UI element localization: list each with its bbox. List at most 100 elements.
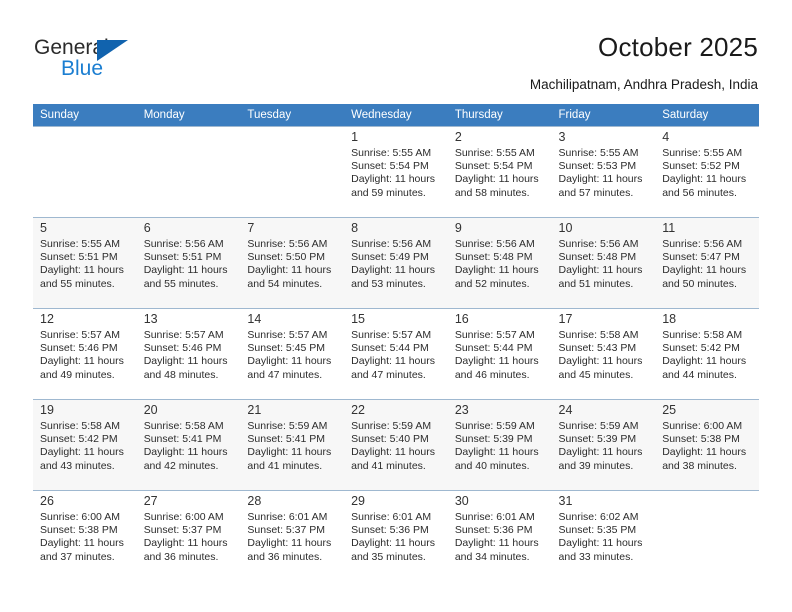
sunset-text: Sunset: 5:35 PM	[558, 524, 637, 537]
daylight-text-line2: and 38 minutes.	[662, 459, 737, 472]
calendar-day-cell[interactable]: 1 Sunrise: 5:55 AM Sunset: 5:54 PM Daylight…	[344, 126, 448, 218]
sunset-text: Sunset: 5:37 PM	[143, 524, 222, 537]
day-sun-info: Sunrise: 5:58 AM Sunset: 5:43 PM Daylight:…	[559, 329, 652, 382]
daylight-text-line1: Daylight: 11 hours	[454, 446, 539, 459]
sunrise-text: Sunrise: 5:55 AM	[40, 238, 120, 250]
calendar-day-cell[interactable]: 21 Sunrise: 5:59 AM Sunset: 5:41 PM Dayligh…	[240, 399, 345, 491]
sunset-text: Sunset: 5:54 PM	[454, 160, 533, 173]
day-cell-content: 10 Sunrise: 5:56 AM Sunset: 5:48 PM Dayligh…	[552, 218, 656, 308]
calendar-day-cell[interactable]: 7 Sunrise: 5:56 AM Sunset: 5:50 PM Daylight…	[240, 217, 345, 309]
calendar-day-cell[interactable]: 23 Sunrise: 5:59 AM Sunset: 5:39 PM Dayligh…	[447, 399, 552, 491]
sunset-text: Sunset: 5:52 PM	[662, 160, 740, 173]
calendar-empty-cell	[136, 126, 241, 218]
calendar-day-cell[interactable]: 19 Sunrise: 5:58 AM Sunset: 5:42 PM Dayligh…	[33, 399, 137, 491]
day-number: 13	[143, 312, 158, 326]
calendar-header-row: Sunday Monday Tuesday Wednesday Thursday…	[33, 104, 759, 127]
day-number: 6	[143, 221, 151, 235]
day-sun-info: Sunrise: 5:55 AM Sunset: 5:54 PM Daylight:…	[351, 147, 444, 200]
day-cell-content: 27 Sunrise: 6:00 AM Sunset: 5:37 PM Dayligh…	[137, 491, 241, 581]
calendar-day-cell[interactable]: 22 Sunrise: 5:59 AM Sunset: 5:40 PM Dayligh…	[344, 399, 448, 491]
daylight-text-line2: and 39 minutes.	[558, 459, 634, 472]
sunset-text: Sunset: 5:38 PM	[40, 524, 118, 537]
day-number: 12	[40, 312, 54, 326]
calendar-day-cell[interactable]: 18 Sunrise: 5:58 AM Sunset: 5:42 PM Dayligh…	[655, 308, 759, 400]
daylight-text-line2: and 57 minutes.	[558, 186, 634, 199]
calendar-day-cell[interactable]: 12 Sunrise: 5:57 AM Sunset: 5:46 PM Dayligh…	[33, 308, 137, 400]
day-number: 24	[558, 403, 573, 417]
day-cell-content: 5 Sunrise: 5:55 AM Sunset: 5:51 PM Daylight…	[33, 218, 137, 308]
weekday-header-friday: Friday	[551, 104, 656, 127]
calendar-day-cell[interactable]: 24 Sunrise: 5:59 AM Sunset: 5:39 PM Dayligh…	[551, 399, 656, 491]
daylight-text-line1: Daylight: 11 hours	[143, 264, 228, 277]
calendar-day-cell[interactable]: 9 Sunrise: 5:56 AM Sunset: 5:48 PM Daylight…	[447, 217, 552, 309]
calendar-day-cell[interactable]: 6 Sunrise: 5:56 AM Sunset: 5:51 PM Daylight…	[136, 217, 241, 309]
calendar-day-cell[interactable]: 20 Sunrise: 5:58 AM Sunset: 5:41 PM Dayligh…	[136, 399, 241, 491]
day-number: 26	[40, 494, 54, 508]
sunrise-text: Sunrise: 5:58 AM	[662, 329, 743, 341]
calendar-day-cell[interactable]: 31 Sunrise: 6:02 AM Sunset: 5:35 PM Dayligh…	[551, 490, 656, 581]
sunset-text: Sunset: 5:54 PM	[351, 160, 429, 173]
day-sun-info: Sunrise: 5:55 AM Sunset: 5:52 PM Daylight:…	[662, 147, 755, 200]
calendar-day-cell[interactable]: 10 Sunrise: 5:56 AM Sunset: 5:48 PM Dayligh…	[551, 217, 656, 309]
day-cell-content: 17 Sunrise: 5:58 AM Sunset: 5:43 PM Dayligh…	[552, 309, 656, 399]
daylight-text-line1: Daylight: 11 hours	[351, 264, 435, 277]
daylight-text-line1: Daylight: 11 hours	[558, 264, 643, 277]
sunrise-text: Sunrise: 5:56 AM	[558, 238, 639, 250]
daylight-text-line1: Daylight: 11 hours	[662, 446, 747, 459]
day-number: 16	[454, 312, 469, 326]
day-cell-content: 3 Sunrise: 5:55 AM Sunset: 5:53 PM Daylight…	[552, 127, 656, 217]
sunset-text: Sunset: 5:41 PM	[143, 433, 222, 446]
calendar-day-cell[interactable]: 30 Sunrise: 6:01 AM Sunset: 5:36 PM Dayligh…	[447, 490, 552, 581]
day-cell-content: 13 Sunrise: 5:57 AM Sunset: 5:46 PM Dayligh…	[137, 309, 241, 399]
calendar-container: Sunday Monday Tuesday Wednesday Thursday…	[33, 104, 759, 581]
day-number: 25	[662, 403, 677, 417]
calendar-day-cell[interactable]: 28 Sunrise: 6:01 AM Sunset: 5:37 PM Dayligh…	[240, 490, 345, 581]
calendar-day-cell[interactable]: 4 Sunrise: 5:55 AM Sunset: 5:52 PM Daylight…	[655, 126, 759, 218]
generalblue-logo[interactable]: General Blue	[34, 36, 154, 86]
daylight-text-line1: Daylight: 11 hours	[662, 264, 747, 277]
day-sun-info: Sunrise: 6:01 AM Sunset: 5:36 PM Daylight:…	[351, 511, 444, 564]
daylight-text-line1: Daylight: 11 hours	[454, 264, 539, 277]
day-cell-content: 20 Sunrise: 5:58 AM Sunset: 5:41 PM Dayligh…	[137, 400, 241, 490]
day-number: 27	[143, 494, 158, 508]
calendar-day-cell[interactable]: 13 Sunrise: 5:57 AM Sunset: 5:46 PM Dayligh…	[136, 308, 241, 400]
calendar-day-cell[interactable]: 26 Sunrise: 6:00 AM Sunset: 5:38 PM Dayligh…	[33, 490, 137, 581]
calendar-day-cell[interactable]: 3 Sunrise: 5:55 AM Sunset: 5:53 PM Daylight…	[551, 126, 656, 218]
day-sun-info: Sunrise: 5:59 AM Sunset: 5:41 PM Daylight:…	[247, 420, 340, 473]
day-number: 1	[351, 130, 359, 144]
calendar-day-cell[interactable]: 16 Sunrise: 5:57 AM Sunset: 5:44 PM Dayligh…	[447, 308, 552, 400]
day-number: 7	[247, 221, 255, 235]
day-sun-info: Sunrise: 5:57 AM Sunset: 5:46 PM Daylight:…	[40, 329, 133, 382]
sunrise-text: Sunrise: 5:55 AM	[351, 147, 432, 159]
calendar-day-cell[interactable]: 17 Sunrise: 5:58 AM Sunset: 5:43 PM Dayligh…	[551, 308, 656, 400]
calendar-day-cell[interactable]: 27 Sunrise: 6:00 AM Sunset: 5:37 PM Dayligh…	[136, 490, 241, 581]
day-sun-info: Sunrise: 5:57 AM Sunset: 5:44 PM Daylight:…	[455, 329, 548, 382]
daylight-text-line1: Daylight: 11 hours	[558, 446, 643, 459]
calendar-day-cell[interactable]: 2 Sunrise: 5:55 AM Sunset: 5:54 PM Daylight…	[447, 126, 552, 218]
day-number: 15	[351, 312, 366, 326]
weekday-header-wednesday: Wednesday	[344, 104, 448, 127]
daylight-text-line1: Daylight: 11 hours	[351, 355, 435, 368]
sunset-text: Sunset: 5:48 PM	[454, 251, 533, 264]
calendar-day-cell[interactable]: 5 Sunrise: 5:55 AM Sunset: 5:51 PM Daylight…	[33, 217, 137, 309]
day-sun-info: Sunrise: 5:55 AM Sunset: 5:51 PM Daylight:…	[40, 238, 133, 291]
calendar-day-cell[interactable]: 11 Sunrise: 5:56 AM Sunset: 5:47 PM Dayligh…	[655, 217, 759, 309]
daylight-text-line2: and 42 minutes.	[143, 459, 219, 472]
sunrise-text: Sunrise: 5:56 AM	[351, 238, 432, 250]
calendar-day-cell[interactable]: 15 Sunrise: 5:57 AM Sunset: 5:44 PM Dayligh…	[344, 308, 448, 400]
calendar-day-cell[interactable]: 29 Sunrise: 6:01 AM Sunset: 5:36 PM Dayligh…	[344, 490, 448, 581]
calendar-day-cell[interactable]: 14 Sunrise: 5:57 AM Sunset: 5:45 PM Dayligh…	[240, 308, 345, 400]
sunset-text: Sunset: 5:40 PM	[351, 433, 429, 446]
calendar-day-cell[interactable]: 25 Sunrise: 6:00 AM Sunset: 5:38 PM Dayligh…	[655, 399, 759, 491]
daylight-text-line2: and 40 minutes.	[454, 459, 530, 472]
day-cell-content: 19 Sunrise: 5:58 AM Sunset: 5:42 PM Dayligh…	[33, 400, 137, 490]
sunrise-text: Sunrise: 5:55 AM	[454, 147, 535, 159]
daylight-text-line1: Daylight: 11 hours	[454, 537, 539, 550]
daylight-text-line1: Daylight: 11 hours	[558, 537, 643, 550]
day-sun-info: Sunrise: 5:55 AM Sunset: 5:53 PM Daylight:…	[559, 147, 652, 200]
calendar-week-row: 19 Sunrise: 5:58 AM Sunset: 5:42 PM Dayligh…	[33, 399, 759, 491]
day-cell-content: 22 Sunrise: 5:59 AM Sunset: 5:40 PM Dayligh…	[344, 400, 448, 490]
calendar-day-cell[interactable]: 8 Sunrise: 5:56 AM Sunset: 5:49 PM Daylight…	[344, 217, 448, 309]
daylight-text-line2: and 34 minutes.	[454, 550, 530, 563]
sunset-text: Sunset: 5:39 PM	[454, 433, 533, 446]
